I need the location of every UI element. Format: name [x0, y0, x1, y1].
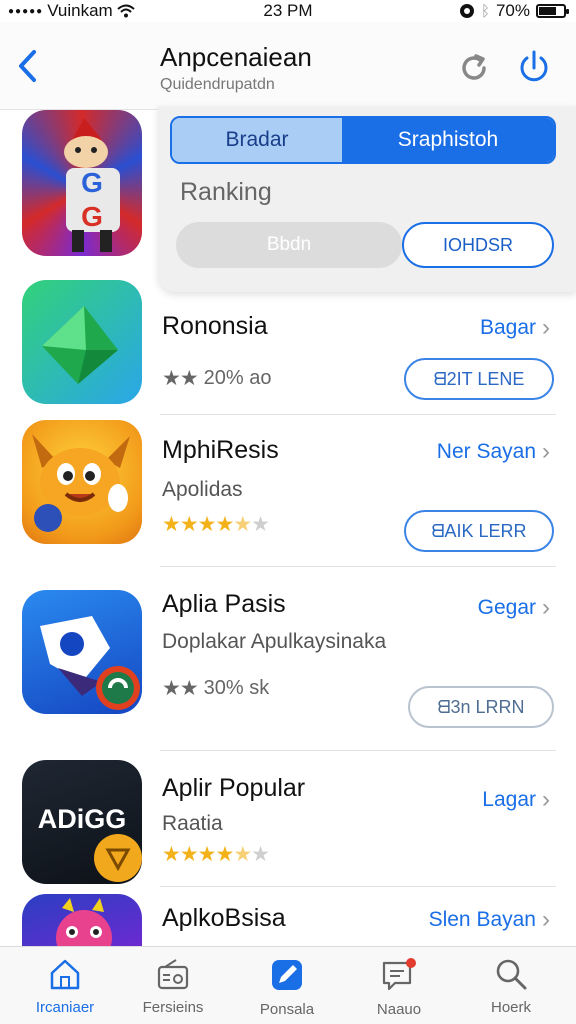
page-subtitle: Quidendrupatdn	[160, 76, 275, 93]
mascot-figure: G G	[64, 118, 120, 252]
svg-text:G: G	[81, 167, 103, 198]
page-title: Anpcenaiean	[160, 42, 312, 72]
svg-text:G: G	[81, 201, 103, 232]
shark-figure	[40, 616, 140, 710]
refresh-icon[interactable]	[456, 50, 492, 86]
get-link-4[interactable]: Lagar ›	[482, 786, 550, 814]
divider	[160, 886, 556, 887]
tab-bar: Ircaniaer Fersieins Ponsala Naauo Hoerk	[0, 946, 576, 1024]
chevron-right-icon: ›	[542, 906, 550, 933]
get-link-1[interactable]: Bagar ›	[480, 314, 550, 342]
home-icon	[50, 959, 80, 990]
pill-button-disabled[interactable]: Bbdn	[176, 222, 402, 268]
lock-rotation-icon	[459, 4, 474, 18]
app-subtitle-3: Doplakar Apulkaysinaka	[162, 630, 387, 653]
tab-fersieins[interactable]: Fersieins	[118, 953, 228, 1023]
app-icon-arrow[interactable]	[22, 280, 142, 404]
chevron-right-icon: ›	[542, 314, 550, 341]
nav-header: Anpcenaiean Quidendrupatdn	[0, 22, 576, 110]
app-action-button-1[interactable]: ᗺ2IT LENE	[404, 358, 554, 400]
star-rating-icon: ★★★★★★	[162, 843, 270, 866]
app-action-button-3[interactable]: ᗺ3n LRRN	[408, 686, 554, 728]
monster-figure	[56, 898, 112, 946]
app-name-3[interactable]: Aplia Pasis	[162, 590, 286, 619]
edit-icon	[272, 960, 302, 990]
segmented-control: Bradar Sraphistoh	[170, 116, 556, 164]
app-name-5[interactable]: AplkoBsisa	[162, 904, 286, 933]
app-action-button-2[interactable]: ᗺAIK LERR	[404, 510, 554, 552]
divider	[160, 414, 556, 415]
svg-text:ADiGG: ADiGG	[38, 804, 127, 834]
arrow-shape	[42, 306, 118, 384]
chevron-right-icon: ›	[542, 786, 550, 813]
app-rating-4: ★★★★★★	[162, 842, 270, 867]
ranking-label: Ranking	[180, 178, 272, 206]
back-chevron-icon[interactable]	[14, 48, 40, 84]
tab-hoerk[interactable]: Hoerk	[456, 953, 566, 1023]
divider	[160, 750, 556, 751]
status-bar: ●●●●● Vuinkam 23 PM ᛒ 70%	[0, 0, 576, 22]
radio-icon	[157, 959, 189, 990]
creature-figure	[32, 434, 130, 532]
app-name-1[interactable]: Rononsia	[162, 312, 268, 341]
chevron-right-icon: ›	[542, 594, 550, 621]
app-icon-mascot[interactable]: G G	[22, 110, 142, 256]
app-subtitle-2: Apolidas	[162, 478, 243, 501]
star-rating-icon: ★★★★★★	[162, 513, 270, 536]
pill-button-outline[interactable]: IOHDSR	[402, 222, 554, 268]
app-icon-adigg[interactable]: ADiGG	[22, 760, 142, 884]
app-rating-1: ★★ 20% ao	[162, 367, 272, 390]
share-power-icon[interactable]	[516, 48, 552, 86]
app-name-2[interactable]: MphiResis	[162, 436, 279, 465]
battery-percent: 70%	[495, 1, 530, 20]
app-icon-monster[interactable]	[22, 894, 142, 946]
app-rating-3: ★★ 30% sk	[162, 677, 270, 700]
message-icon	[382, 958, 416, 991]
battery-icon	[536, 4, 569, 18]
tab-ponsala[interactable]: Ponsala	[232, 953, 342, 1023]
app-name-4[interactable]: Aplir Popular	[162, 774, 305, 803]
divider	[160, 566, 556, 567]
star-rating-icon: ★★	[162, 677, 199, 700]
app-subtitle-4: Raatia	[162, 812, 223, 835]
chevron-right-icon: ›	[542, 438, 550, 465]
search-icon	[496, 959, 527, 990]
segment-bradar[interactable]: Bradar	[172, 118, 342, 162]
bluetooth-icon: ᛒ	[480, 2, 490, 20]
tab-home[interactable]: Ircaniaer	[10, 953, 120, 1023]
app-icon-creature[interactable]	[22, 420, 142, 544]
get-link-3[interactable]: Gegar ›	[478, 594, 550, 622]
star-rating-icon: ★★	[162, 367, 199, 390]
app-rating-2: ★★★★★★	[162, 512, 270, 537]
app-icon-shark[interactable]	[22, 590, 142, 714]
get-link-2[interactable]: Ner Sayan ›	[437, 438, 550, 466]
get-link-5[interactable]: Slen Bayan ›	[429, 906, 550, 934]
tab-naauo[interactable]: Naauo	[344, 953, 454, 1023]
adigg-logo: ADiGG	[38, 804, 142, 882]
filter-popover: Bradar Sraphistoh Ranking Bbdn IOHDSR	[158, 106, 576, 292]
segment-sraphistoh[interactable]: Sraphistoh	[342, 118, 554, 162]
